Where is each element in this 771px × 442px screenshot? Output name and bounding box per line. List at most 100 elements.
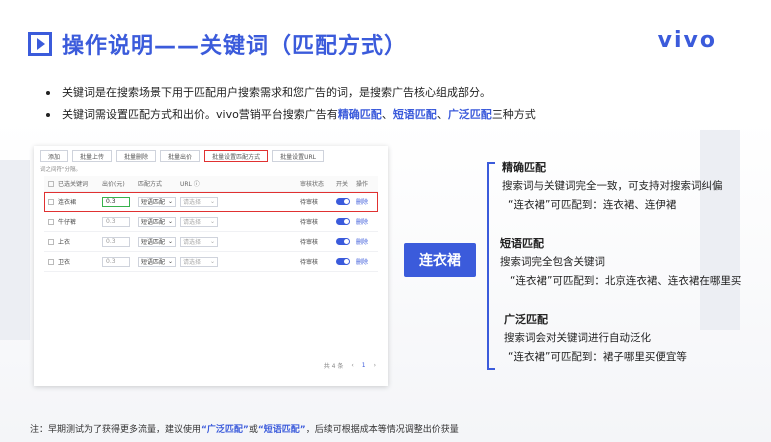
keyword-cell: 牛仔裤: [58, 219, 77, 226]
input-hint: 词之间符"分隔。: [40, 167, 82, 173]
separator: 、: [436, 108, 448, 121]
delete-link[interactable]: 删除: [356, 197, 378, 206]
footnote-prefix: 注：早期测试为了获得更多流量，建议使用: [30, 425, 202, 435]
col-keyword: 已选关键词: [58, 181, 89, 188]
bg-building: [0, 160, 30, 340]
toggle-switch[interactable]: [336, 258, 350, 265]
page-title: 操作说明——关键词（匹配方式）: [62, 34, 408, 59]
keyword-table: 已选关键词 出价(元) 匹配方式 URL ⓘ 审核状态 开关 操作 连衣裙 0.…: [44, 176, 378, 272]
keyword-cell: 连衣裙: [58, 199, 77, 206]
toggle-switch[interactable]: [336, 218, 350, 225]
total-count: 共 4 条: [323, 363, 344, 370]
bid-input[interactable]: 0.3: [102, 196, 130, 207]
batch-url-button[interactable]: 批量设置URL: [272, 150, 324, 162]
bullet-text: 关键词是在搜索场景下用于匹配用户搜索需求和您广告的词，是搜索广告核心组成部分。: [62, 86, 491, 99]
highlight-broad: 广泛匹配: [447, 108, 492, 121]
batch-match-type-button[interactable]: 批量设置匹配方式: [204, 150, 269, 162]
footnote-broad: “广泛匹配”: [201, 425, 249, 435]
match-value: 短语匹配: [141, 239, 166, 246]
phrase-match-block: 短语匹配 搜索词完全包含关键词 “连衣裙”可匹配到：北京连衣裙、连衣裙在哪里买: [500, 234, 741, 291]
toggle-switch[interactable]: [336, 198, 350, 205]
match-select[interactable]: 短语匹配 ⌄: [138, 236, 176, 247]
bracket-connector: [487, 162, 495, 370]
bullet-item: 关键词是在搜索场景下用于匹配用户搜索需求和您广告的词，是搜索广告核心组成部分。: [46, 82, 536, 104]
highlight-phrase: 短语匹配: [392, 108, 437, 121]
row-checkbox[interactable]: [44, 198, 58, 205]
bid-input[interactable]: 0.3: [102, 256, 130, 267]
chevron-down-icon: ⌄: [209, 238, 215, 245]
url-select[interactable]: 请选择 ⌄: [180, 256, 218, 267]
col-url: URL ⓘ: [180, 181, 200, 188]
toggle-switch[interactable]: [336, 238, 350, 245]
status-cell: 待审核: [300, 219, 319, 226]
bullet-item: 关键词需设置匹配方式和出价。vivo营销平台搜索广告有精确匹配、短语匹配、广泛匹…: [46, 104, 536, 126]
bullet-dot-icon: [46, 113, 50, 117]
delete-link[interactable]: 删除: [356, 257, 378, 266]
match-value: 短语匹配: [141, 219, 166, 226]
match-select[interactable]: 短语匹配 ⌄: [138, 196, 176, 207]
bid-input[interactable]: 0.3: [102, 216, 130, 227]
row-checkbox[interactable]: [44, 218, 58, 225]
keyword-cell: 上衣: [58, 239, 71, 246]
batch-bid-button[interactable]: 批量出价: [160, 150, 201, 162]
table-row: 上衣 0.3 短语匹配 ⌄ 请选择 ⌄ 待审核 删除: [44, 232, 378, 252]
exact-match-example: “连衣裙”可匹配到：连衣裙、连伊裙: [508, 199, 677, 211]
next-page-icon[interactable]: ›: [374, 362, 376, 369]
phrase-match-desc: 搜索词完全包含关键词: [500, 256, 605, 268]
bullet-suffix: 三种方式: [491, 108, 536, 121]
title-bar: 操作说明——关键词（匹配方式）: [28, 26, 407, 62]
col-op: 操作: [356, 181, 369, 188]
footnote-mid: 或: [248, 425, 258, 435]
url-placeholder: 请选择: [183, 239, 202, 246]
exact-match-desc: 搜索词与关键词完全一致，可支持对搜索词纠偏: [502, 180, 723, 192]
footnote: 注：早期测试为了获得更多流量，建议使用“广泛匹配”或“短语匹配”，后续可根据成本…: [30, 422, 459, 435]
chevron-down-icon: ⌄: [167, 258, 173, 265]
match-value: 短语匹配: [141, 199, 166, 206]
phrase-match-title: 短语匹配: [500, 237, 544, 250]
broad-match-desc: 搜索词会对关键词进行自动泛化: [504, 332, 651, 344]
keyword-tag: 连衣裙: [404, 243, 476, 277]
bullet-prefix: 关键词需设置匹配方式和出价。vivo营销平台搜索广告有: [62, 108, 338, 121]
prev-page-icon[interactable]: ‹: [351, 362, 353, 369]
page-number[interactable]: 1: [362, 362, 366, 369]
phrase-match-example: “连衣裙”可匹配到：北京连衣裙、连衣裙在哪里买: [510, 275, 742, 287]
footnote-phrase: “短语匹配”: [257, 425, 306, 435]
match-select[interactable]: 短语匹配 ⌄: [138, 216, 176, 227]
url-select[interactable]: 请选择 ⌄: [180, 196, 218, 207]
chevron-down-icon: ⌄: [209, 198, 215, 205]
table-row: 牛仔裤 0.3 短语匹配 ⌄ 请选择 ⌄ 待审核 删除: [44, 212, 378, 232]
delete-link[interactable]: 删除: [356, 237, 378, 246]
url-placeholder: 请选择: [183, 219, 202, 226]
broad-match-title: 广泛匹配: [504, 313, 548, 326]
row-checkbox[interactable]: [44, 238, 58, 245]
bullet-list: 关键词是在搜索场景下用于匹配用户搜索需求和您广告的词，是搜索广告核心组成部分。 …: [46, 82, 536, 126]
chevron-down-icon: ⌄: [167, 218, 173, 225]
chevron-down-icon: ⌄: [167, 198, 173, 205]
bullet-dot-icon: [46, 91, 50, 95]
batch-upload-button[interactable]: 批量上传: [72, 150, 113, 162]
footnote-suffix: ，后续可根据成本等情况调整出价获量: [305, 425, 459, 435]
url-select[interactable]: 请选择 ⌄: [180, 236, 218, 247]
exact-match-block: 精确匹配 搜索词与关键词完全一致，可支持对搜索词纠偏 “连衣裙”可匹配到：连衣裙…: [502, 158, 723, 215]
col-switch: 开关: [336, 181, 349, 188]
chevron-down-icon: ⌄: [209, 258, 215, 265]
bid-input[interactable]: 0.3: [102, 236, 130, 247]
status-cell: 待审核: [300, 239, 319, 246]
batch-delete-button[interactable]: 批量删除: [116, 150, 157, 162]
separator: 、: [381, 108, 393, 121]
row-checkbox[interactable]: [44, 258, 58, 265]
col-match: 匹配方式: [138, 181, 163, 188]
bullet-text: 关键词需设置匹配方式和出价。vivo营销平台搜索广告有精确匹配、短语匹配、广泛匹…: [62, 104, 536, 126]
delete-link[interactable]: 删除: [356, 217, 378, 226]
match-select[interactable]: 短语匹配 ⌄: [138, 256, 176, 267]
broad-match-block: 广泛匹配 搜索词会对关键词进行自动泛化 “连衣裙”可匹配到：裙子哪里买便宜等: [504, 310, 687, 367]
add-button[interactable]: 添加: [40, 150, 69, 162]
chevron-down-icon: ⌄: [209, 218, 215, 225]
url-select[interactable]: 请选择 ⌄: [180, 216, 218, 227]
select-all-checkbox[interactable]: [44, 180, 58, 187]
keyword-cell: 卫衣: [58, 259, 71, 266]
table-row: 连衣裙 0.3 短语匹配 ⌄ 请选择 ⌄ 待审核 删除: [44, 192, 378, 212]
table-header: 已选关键词 出价(元) 匹配方式 URL ⓘ 审核状态 开关 操作: [44, 176, 378, 192]
play-arrow-icon: [28, 32, 52, 56]
url-placeholder: 请选择: [183, 259, 202, 266]
